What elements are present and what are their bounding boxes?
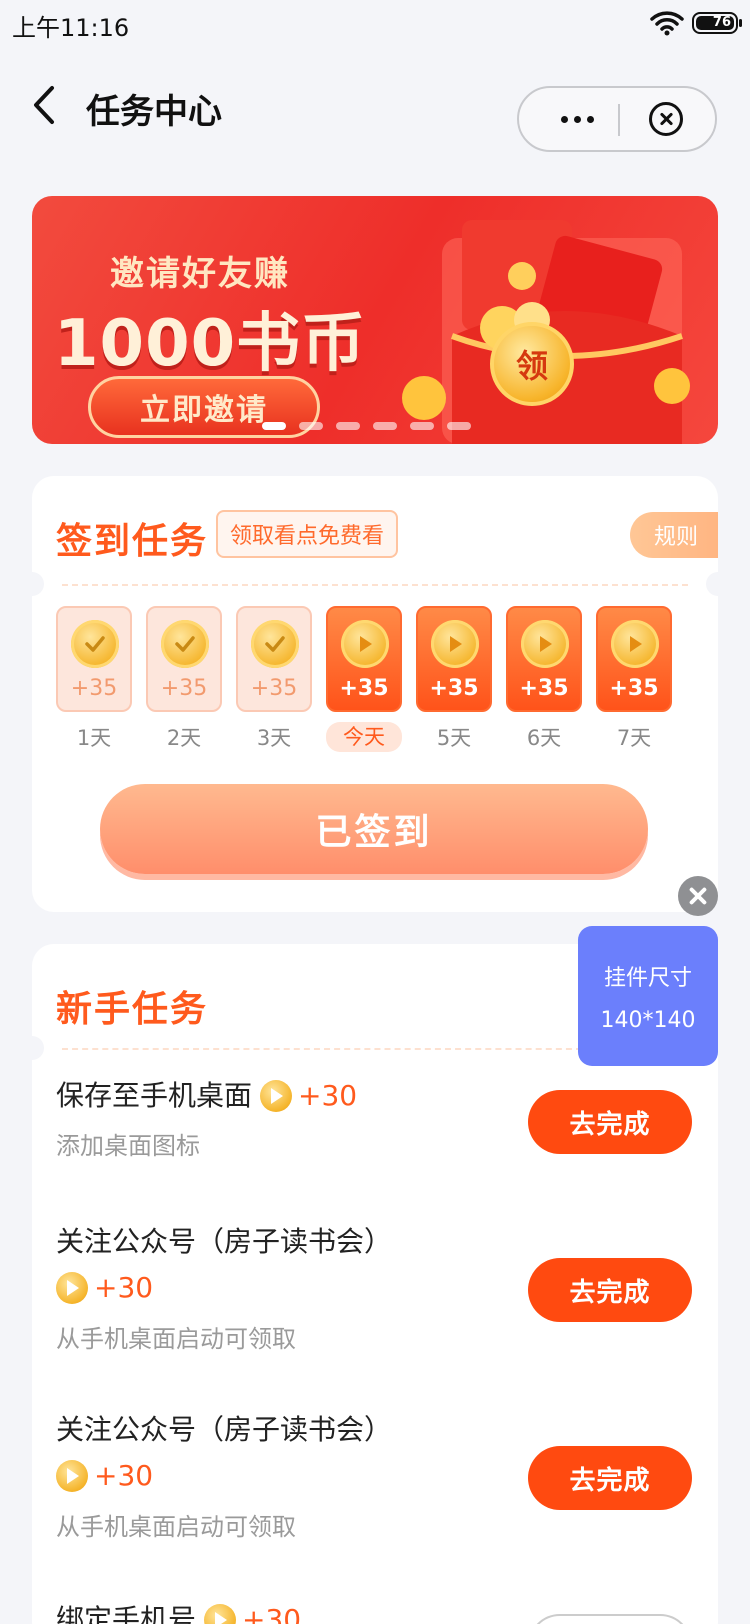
day-item: +35 1天 [56, 606, 132, 752]
play-coin-icon [431, 620, 479, 668]
banner-dot[interactable] [299, 422, 323, 430]
day-item: +35 7天 [596, 606, 672, 752]
day-box: +35 [596, 606, 672, 712]
rules-button[interactable]: 规则 [630, 512, 718, 558]
day-label: 3天 [256, 726, 292, 750]
task-reward: +30 [56, 1268, 153, 1308]
day-reward: +35 [70, 676, 118, 701]
day-box: +35 [506, 606, 582, 712]
task-reward: +30 [56, 1456, 153, 1496]
day-reward: +35 [519, 676, 569, 701]
day-item: +35 2天 [146, 606, 222, 752]
task-name: 绑定手机号 [56, 1603, 197, 1624]
day-label: 5天 [436, 726, 472, 750]
banner-amount: 1000书币 [54, 307, 367, 381]
task-name: 关注公众号（房子读书会） [56, 1413, 393, 1446]
complete-task-button[interactable]: 去完成 [528, 1446, 692, 1510]
sign-in-days: +35 1天 +35 2天 +35 3天 +35 今天 +35 5天 +35 6… [56, 606, 696, 752]
widget-size: 140*140 [600, 1008, 696, 1033]
capsule-divider [618, 104, 620, 136]
sign-in-card: 签到任务 领取看点免费看 规则 +35 1天 +35 2天 +35 3天 +35… [20, 476, 730, 912]
day-box: +35 [146, 606, 222, 712]
day-box: +35 [416, 606, 492, 712]
banner-dot[interactable] [262, 422, 286, 430]
coin-icon [56, 1460, 88, 1492]
day-label: 1天 [76, 726, 112, 750]
day-box: +35 [236, 606, 312, 712]
day-reward: +35 [609, 676, 659, 701]
day-reward: +35 [339, 676, 389, 701]
task-reward-value: +30 [298, 1079, 358, 1112]
check-coin-icon [161, 620, 209, 668]
more-dot-icon [573, 115, 581, 123]
day-item: +35 3天 [236, 606, 312, 752]
card-notch [706, 572, 730, 596]
day-box: +35 [326, 606, 402, 712]
day-reward: +35 [429, 676, 479, 701]
day-item: +35 6天 [506, 606, 582, 752]
day-label-today: 今天 [326, 722, 402, 752]
day-item: +35 5天 [416, 606, 492, 752]
play-coin-icon [611, 620, 659, 668]
card-notch [20, 1036, 44, 1060]
day-box: +35 [56, 606, 132, 712]
task-reward-value: +30 [94, 1459, 154, 1492]
day-label: 2天 [166, 726, 202, 750]
invite-banner[interactable]: 领 邀请好友赚 1000书币 立即邀请 [32, 196, 718, 444]
card-notch [20, 572, 44, 596]
day-label: 7天 [616, 726, 652, 750]
back-arrow-icon[interactable] [28, 80, 64, 130]
complete-task-button[interactable]: 去完成 [528, 1090, 692, 1154]
more-dot-icon [586, 115, 594, 123]
status-bar: 上午11:16 76 [0, 0, 750, 48]
floating-widget[interactable]: 挂件尺寸 140*140 [578, 926, 718, 1066]
task-desc: 从手机桌面启动可领取 [56, 1325, 296, 1353]
check-coin-icon [251, 620, 299, 668]
battery-level: 76 [696, 16, 734, 30]
complete-task-button[interactable]: 去完成 [528, 1258, 692, 1322]
banner-title: 邀请好友赚 [110, 254, 290, 294]
dashed-divider [62, 584, 688, 586]
close-icon[interactable] [649, 102, 683, 136]
check-coin-icon [71, 620, 119, 668]
new-user-tasks-title: 新手任务 [56, 989, 209, 1030]
more-dot-icon [560, 115, 568, 123]
play-coin-icon [341, 620, 389, 668]
free-view-tag: 领取看点免费看 [216, 510, 399, 558]
banner-dot[interactable] [373, 422, 397, 430]
task-reward-value: +30 [94, 1271, 154, 1304]
banner-dot[interactable] [336, 422, 360, 430]
page-title: 任务中心 [86, 92, 222, 132]
signed-in-button[interactable]: 已签到 [100, 784, 648, 874]
mini-program-capsule [517, 86, 717, 152]
widget-label: 挂件尺寸 [603, 966, 692, 991]
coin-icon [204, 1604, 237, 1624]
sign-in-title: 签到任务 [56, 521, 209, 562]
task-reward: +30 [204, 1600, 301, 1624]
banner-dot[interactable] [410, 422, 434, 430]
complete-task-button[interactable] [528, 1614, 692, 1624]
day-reward: +35 [250, 676, 298, 701]
task-reward-value: +30 [242, 1603, 302, 1624]
banner-dot[interactable] [447, 422, 471, 430]
day-reward: +35 [160, 676, 208, 701]
day-item-today[interactable]: +35 今天 [326, 606, 402, 752]
task-desc: 从手机桌面启动可领取 [56, 1513, 296, 1541]
task-name: 保存至手机桌面 [56, 1079, 253, 1112]
dashed-divider [62, 1048, 582, 1050]
banner-pagination [262, 422, 471, 430]
claim-coin-badge: 领 [490, 322, 574, 406]
play-coin-icon [521, 620, 569, 668]
wifi-icon [650, 11, 684, 36]
battery-icon: 76 [692, 12, 742, 34]
task-name: 关注公众号（房子读书会） [56, 1225, 393, 1258]
coin-icon [260, 1080, 293, 1112]
task-reward: +30 [260, 1076, 357, 1116]
more-button[interactable] [537, 88, 617, 150]
status-time: 上午11:16 [12, 14, 130, 42]
coin-icon [56, 1272, 88, 1304]
widget-close-icon[interactable] [678, 876, 718, 916]
day-label: 6天 [526, 726, 562, 750]
